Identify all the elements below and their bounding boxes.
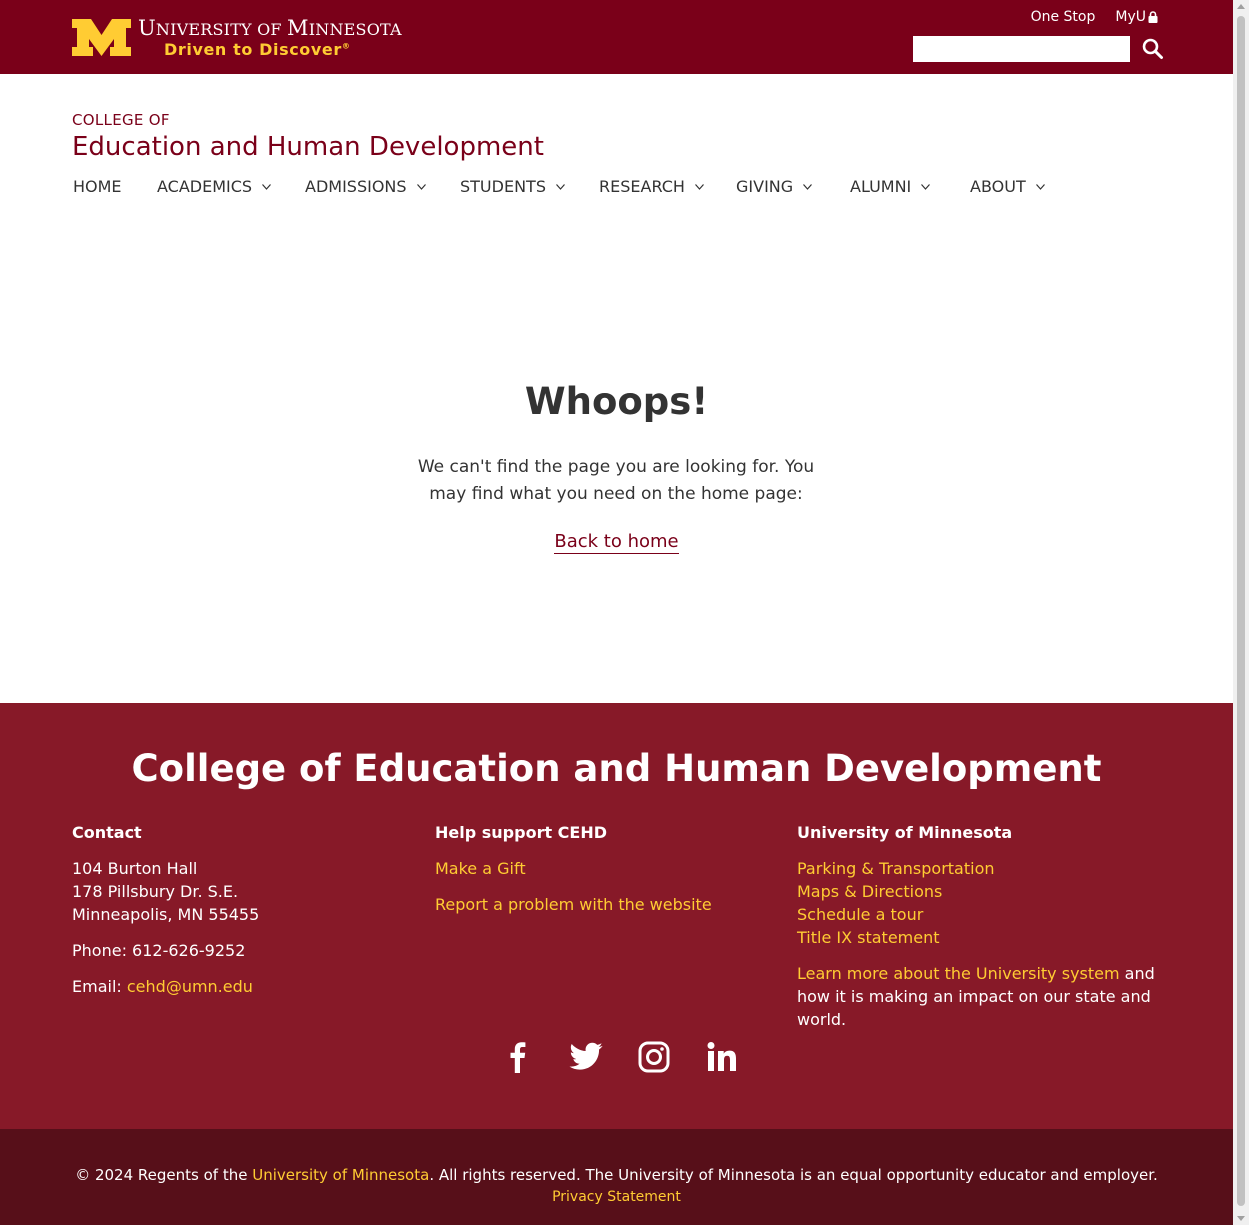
privacy-wrapper: Privacy Statement (0, 1189, 1233, 1205)
chevron-down-icon (921, 183, 931, 190)
report-problem-link[interactable]: Report a problem with the website (435, 895, 712, 914)
nav-item-admissions[interactable]: ADMISSIONS (305, 177, 426, 196)
support-heading: Help support CEHD (435, 823, 608, 842)
footer-support: Help support CEHD Make a Gift Report a p… (435, 821, 765, 929)
scroll-thumb[interactable] (1237, 16, 1245, 1206)
chevron-down-icon (1035, 183, 1045, 190)
footer-title: College of Education and Human Developme… (131, 747, 1102, 790)
nav-label: ALUMNI (850, 177, 912, 196)
footer-contact: Contact 104 Burton Hall 178 Pillsbury Dr… (72, 821, 402, 1011)
title-ix-link[interactable]: Title IX statement (797, 928, 940, 947)
university-header: UNIVERSITY OF MINNESOTA Driven to Discov… (0, 0, 1233, 74)
contact-heading: Contact (72, 823, 142, 842)
search-button[interactable] (1141, 37, 1165, 61)
instagram-icon (638, 1041, 670, 1073)
email-link[interactable]: cehd@umn.edu (127, 977, 253, 996)
umn-link[interactable]: University of Minnesota (252, 1166, 429, 1184)
scroll-up-arrow[interactable] (1237, 4, 1245, 9)
instagram-link[interactable] (636, 1039, 672, 1075)
scroll-down-arrow[interactable] (1237, 1216, 1245, 1221)
back-home-wrapper: Back to home (0, 531, 1233, 554)
myu-link[interactable]: MyU (1115, 9, 1158, 25)
university-logo[interactable]: UNIVERSITY OF MINNESOTA Driven to Discov… (72, 16, 402, 60)
social-links (500, 1039, 740, 1075)
chevron-down-icon (803, 183, 813, 190)
nav-item-students[interactable]: STUDENTS (460, 177, 565, 196)
college-footer: College of Education and Human Developme… (0, 703, 1233, 1129)
chevron-down-icon (262, 183, 272, 190)
tour-link[interactable]: Schedule a tour (797, 905, 923, 924)
facebook-link[interactable] (500, 1039, 536, 1075)
error-title: Whoops! (524, 380, 709, 423)
address-line: Minneapolis, MN 55455 (72, 905, 260, 924)
nav-item-about[interactable]: ABOUT (970, 177, 1045, 196)
lock-icon (1148, 11, 1158, 23)
university-wordmark: UNIVERSITY OF MINNESOTA (138, 16, 402, 40)
email-label: Email: (72, 977, 127, 996)
nav-item-alumni[interactable]: ALUMNI (850, 177, 931, 196)
email-line: Email: cehd@umn.edu (72, 975, 402, 998)
copyright-text: © 2024 Regents of the University of Minn… (0, 1166, 1233, 1184)
maps-link[interactable]: Maps & Directions (797, 882, 942, 901)
nav-label: GIVING (736, 177, 794, 196)
copyright-post: . All rights reserved. The University of… (429, 1166, 1158, 1184)
copyright-pre: © 2024 Regents of the (75, 1166, 253, 1184)
linkedin-link[interactable] (704, 1039, 740, 1075)
college-name[interactable]: Education and Human Development (72, 132, 544, 162)
one-stop-link[interactable]: One Stop (1031, 9, 1096, 25)
nav-item-home[interactable]: HOME (73, 177, 122, 196)
nav-label: STUDENTS (460, 177, 546, 196)
twitter-icon (569, 1042, 603, 1070)
search-input[interactable] (913, 36, 1130, 62)
parking-link[interactable]: Parking & Transportation (797, 859, 995, 878)
nav-item-academics[interactable]: ACADEMICS (157, 177, 272, 196)
chevron-down-icon (556, 183, 565, 190)
address-line: 178 Pillsbury Dr. S.E. (72, 882, 239, 901)
block-m-logo (72, 19, 131, 56)
umn-heading: University of Minnesota (797, 823, 1013, 842)
nav-label: ABOUT (970, 177, 1026, 196)
nav-item-research[interactable]: RESEARCH (599, 177, 704, 196)
legal-footer: © 2024 Regents of the University of Minn… (0, 1129, 1233, 1225)
search-icon (1142, 38, 1163, 59)
scrollbar[interactable] (1233, 0, 1249, 1225)
facebook-icon (510, 1042, 526, 1073)
chevron-down-icon (695, 183, 704, 190)
privacy-link[interactable]: Privacy Statement (552, 1189, 681, 1205)
nav-label: ADMISSIONS (305, 177, 407, 196)
address: 104 Burton Hall 178 Pillsbury Dr. S.E. M… (72, 857, 402, 926)
twitter-link[interactable] (568, 1039, 604, 1075)
learn-more-link[interactable]: Learn more about the University system (797, 964, 1120, 983)
footer-umn: University of Minnesota Parking & Transp… (797, 821, 1172, 1044)
make-gift-link[interactable]: Make a Gift (435, 859, 526, 878)
linkedin-icon (707, 1042, 736, 1071)
error-message: We can't find the page you are looking f… (417, 457, 815, 504)
learn-more-text: Learn more about the University system a… (797, 962, 1172, 1031)
nav-label: HOME (73, 177, 122, 196)
address-line: 104 Burton Hall (72, 859, 198, 878)
nav-item-giving[interactable]: GIVING (736, 177, 813, 196)
nav-label: ACADEMICS (157, 177, 253, 196)
phone: Phone: 612-626-9252 (72, 941, 246, 960)
myu-label: MyU (1115, 9, 1146, 25)
tagline: Driven to Discover® (164, 40, 351, 59)
chevron-down-icon (416, 183, 426, 190)
nav-label: RESEARCH (599, 177, 685, 196)
top-links: One Stop MyU (1031, 9, 1158, 25)
college-prefix: COLLEGE OF (72, 111, 170, 129)
back-to-home-link[interactable]: Back to home (554, 531, 679, 554)
